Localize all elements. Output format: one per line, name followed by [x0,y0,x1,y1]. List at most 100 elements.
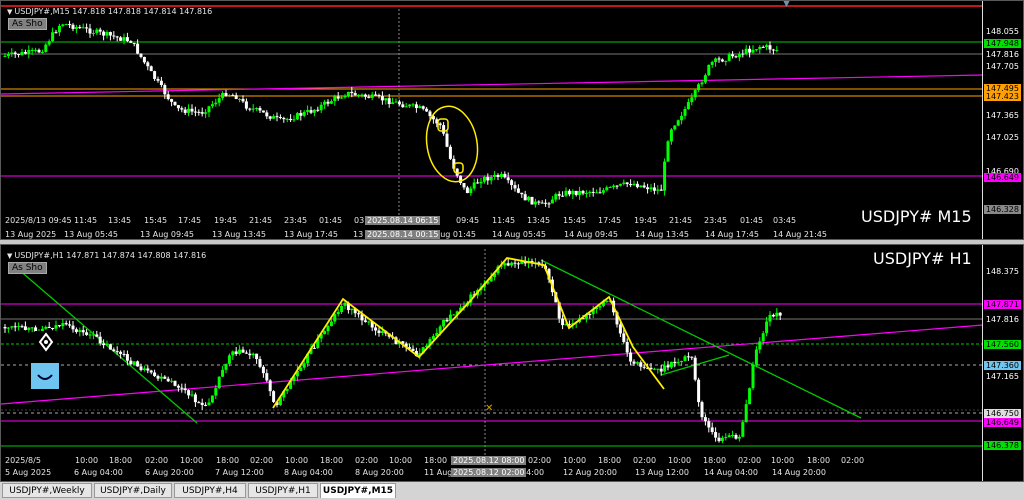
candle-body [255,353,259,360]
chart-tab[interactable]: USDJPY#,Daily [94,483,172,498]
candle-body [163,376,167,379]
candle-body [629,184,633,186]
candle-body [244,101,248,109]
candle-body [615,185,619,187]
h1-yellow-zigzag [272,257,665,409]
candle-body [187,108,191,113]
candle-body [697,379,701,403]
chart-tab[interactable]: USDJPY#,M15 [320,483,396,498]
time-label: 02:00 [355,456,379,465]
h1-price-axis[interactable]: 148.375 147.871 147.816 147.560 147.360 147.1… [982,245,1023,481]
time-label: 10:00 [563,456,587,465]
candle-body [649,187,653,190]
time-label: 14 Aug 21:45 [773,230,827,239]
candle-body [561,318,565,326]
candle-body [744,48,748,54]
candle-body [605,187,609,191]
time-label: 03:45 [773,216,797,225]
candle-body [343,302,347,306]
time-label: 14 Aug 17:45 [705,230,759,239]
candle-body [129,360,133,365]
time-label: 02:00 [738,456,762,465]
time-label: 10:00 [180,456,204,465]
m15-as-show-button[interactable]: As Sho [8,18,47,30]
price-label: 148.055 [985,27,1019,36]
candle-body [768,314,772,322]
candle-body [251,353,255,356]
candle-body [659,189,663,191]
candle-body [265,112,269,117]
candle-body [503,173,507,178]
candle-body [414,104,418,109]
m15-shift-marker-icon[interactable]: ▼ [783,1,790,9]
candle-body [13,52,17,55]
candle-body [591,191,595,193]
candle-body [377,95,381,97]
smile-tool-icon[interactable] [31,363,59,389]
candle-body [193,394,197,403]
candle-body [13,326,17,328]
candle-body [394,101,398,103]
candle-body [768,45,772,50]
candle-body [693,90,697,98]
candle-body [346,91,350,96]
price-label: 147.025 [985,133,1019,142]
candle-body [231,351,235,356]
candle-body [248,108,252,110]
h1-chart-canvas[interactable]: ✕ [1,245,1023,481]
candle-body [190,108,194,112]
chart-tab[interactable]: USDJPY#,H4 [174,483,246,498]
candle-body [499,173,503,177]
candle-body [686,356,690,358]
candle-body [428,111,432,117]
candle-body [540,202,544,204]
candle-body [520,192,524,195]
time-label: 11:45 [74,216,98,225]
price-label: 147.816 [985,315,1019,324]
candle-body [88,334,92,336]
candle-body [81,27,85,29]
time-label: 15:45 [563,216,587,225]
candle-body [74,329,78,332]
m15-chart-canvas[interactable] [1,1,1023,239]
candle-body [442,125,446,134]
time-label: 01:45 [740,216,764,225]
h1-chart-pane[interactable]: ✕ ▼ USDJPY#,H1 147.871 147.874 147.808 14… [0,244,1024,482]
time-label: 13:45 [527,216,551,225]
candle-body [598,306,602,308]
candle-body [340,97,344,99]
candle-body [221,93,225,99]
time-label: 8 Aug 20:00 [355,468,404,477]
candle-body [618,183,622,186]
candle-body [710,427,714,433]
candle-body [221,369,225,377]
time-label: 18:00 [807,456,831,465]
candle-body [676,362,680,364]
time-label: 09:45 [456,216,480,225]
candle-body [248,353,252,356]
candle-body [244,352,248,354]
candle-body [132,361,136,365]
candle-body [625,341,629,353]
candle-body [350,91,354,94]
h1-as-show-button[interactable]: As Sho [8,262,47,274]
time-label: 02:00 [633,456,657,465]
chart-tab[interactable]: USDJPY#,H1 [248,483,318,498]
time-label: 15:45 [144,216,168,225]
candle-body [54,325,58,329]
candle-body [690,356,694,358]
pen-tool-icon[interactable] [35,331,57,353]
candle-body [71,24,75,29]
candle-body [3,327,7,329]
m15-chart-pane[interactable]: ▼ USDJPY#,M15 147.818 147.818 147.814 147… [0,0,1024,240]
time-label: 13 Aug 09:45 [140,230,194,239]
time-label: 18:00 [598,456,622,465]
chart-tab[interactable]: USDJPY#,Weekly [2,483,92,498]
candle-body [238,349,242,355]
candle-body [329,101,333,104]
candle-body [272,116,276,119]
candle-body [136,361,140,367]
price-label: 146.750 [983,409,1021,418]
candle-body [44,326,48,329]
m15-price-axis[interactable]: 148.055 147.948 147.816 147.705 147.495 147.4… [982,1,1023,239]
